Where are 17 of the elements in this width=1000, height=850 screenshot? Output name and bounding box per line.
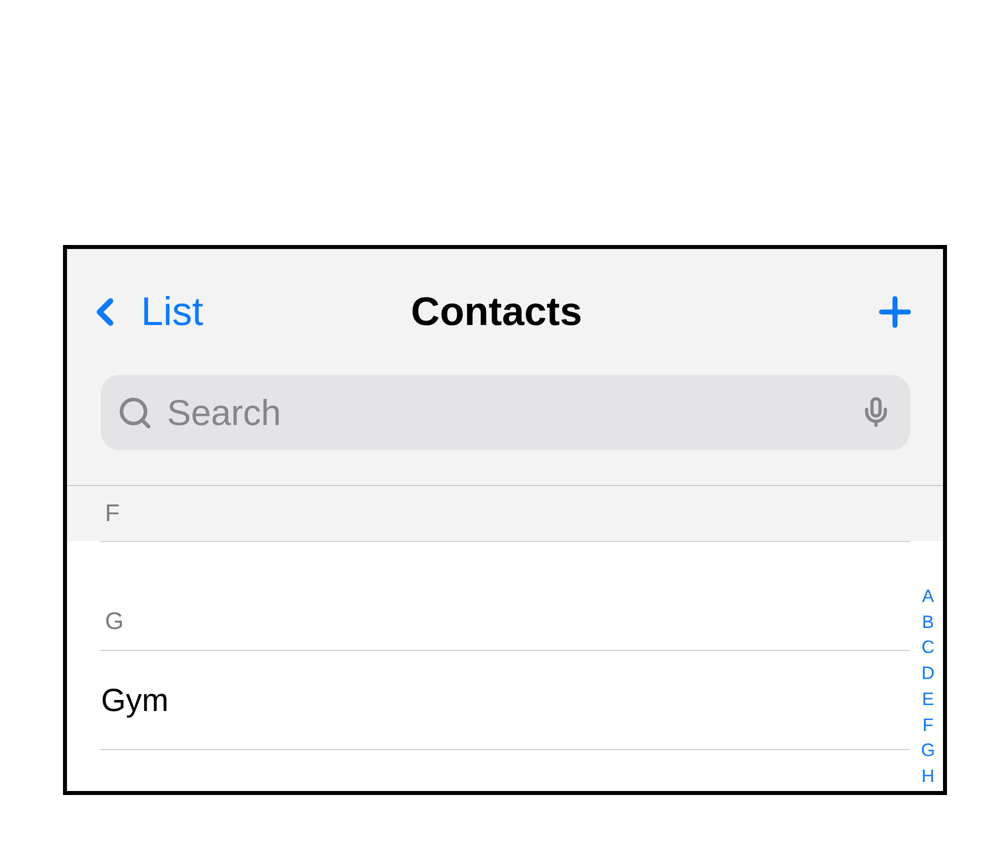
search-icon xyxy=(117,395,153,431)
contact-row[interactable]: Gym xyxy=(67,651,910,749)
index-letter[interactable]: D xyxy=(921,661,934,687)
index-letter[interactable]: E xyxy=(922,686,934,713)
index-letter[interactable]: C xyxy=(921,635,934,662)
section-letter: G xyxy=(105,608,124,636)
index-letter[interactable]: G xyxy=(920,738,935,764)
index-letter[interactable]: B xyxy=(922,610,934,636)
index-letter[interactable]: F xyxy=(922,712,934,738)
contact-name: Gym xyxy=(101,682,169,718)
index-letter[interactable]: A xyxy=(922,584,934,610)
search-field[interactable]: Search xyxy=(101,375,910,450)
index-letter[interactable]: H xyxy=(921,764,934,790)
screen-title: Contacts xyxy=(410,290,582,334)
back-label: List xyxy=(141,290,204,334)
back-button[interactable]: List xyxy=(83,290,204,334)
section-letter: F xyxy=(105,500,120,528)
